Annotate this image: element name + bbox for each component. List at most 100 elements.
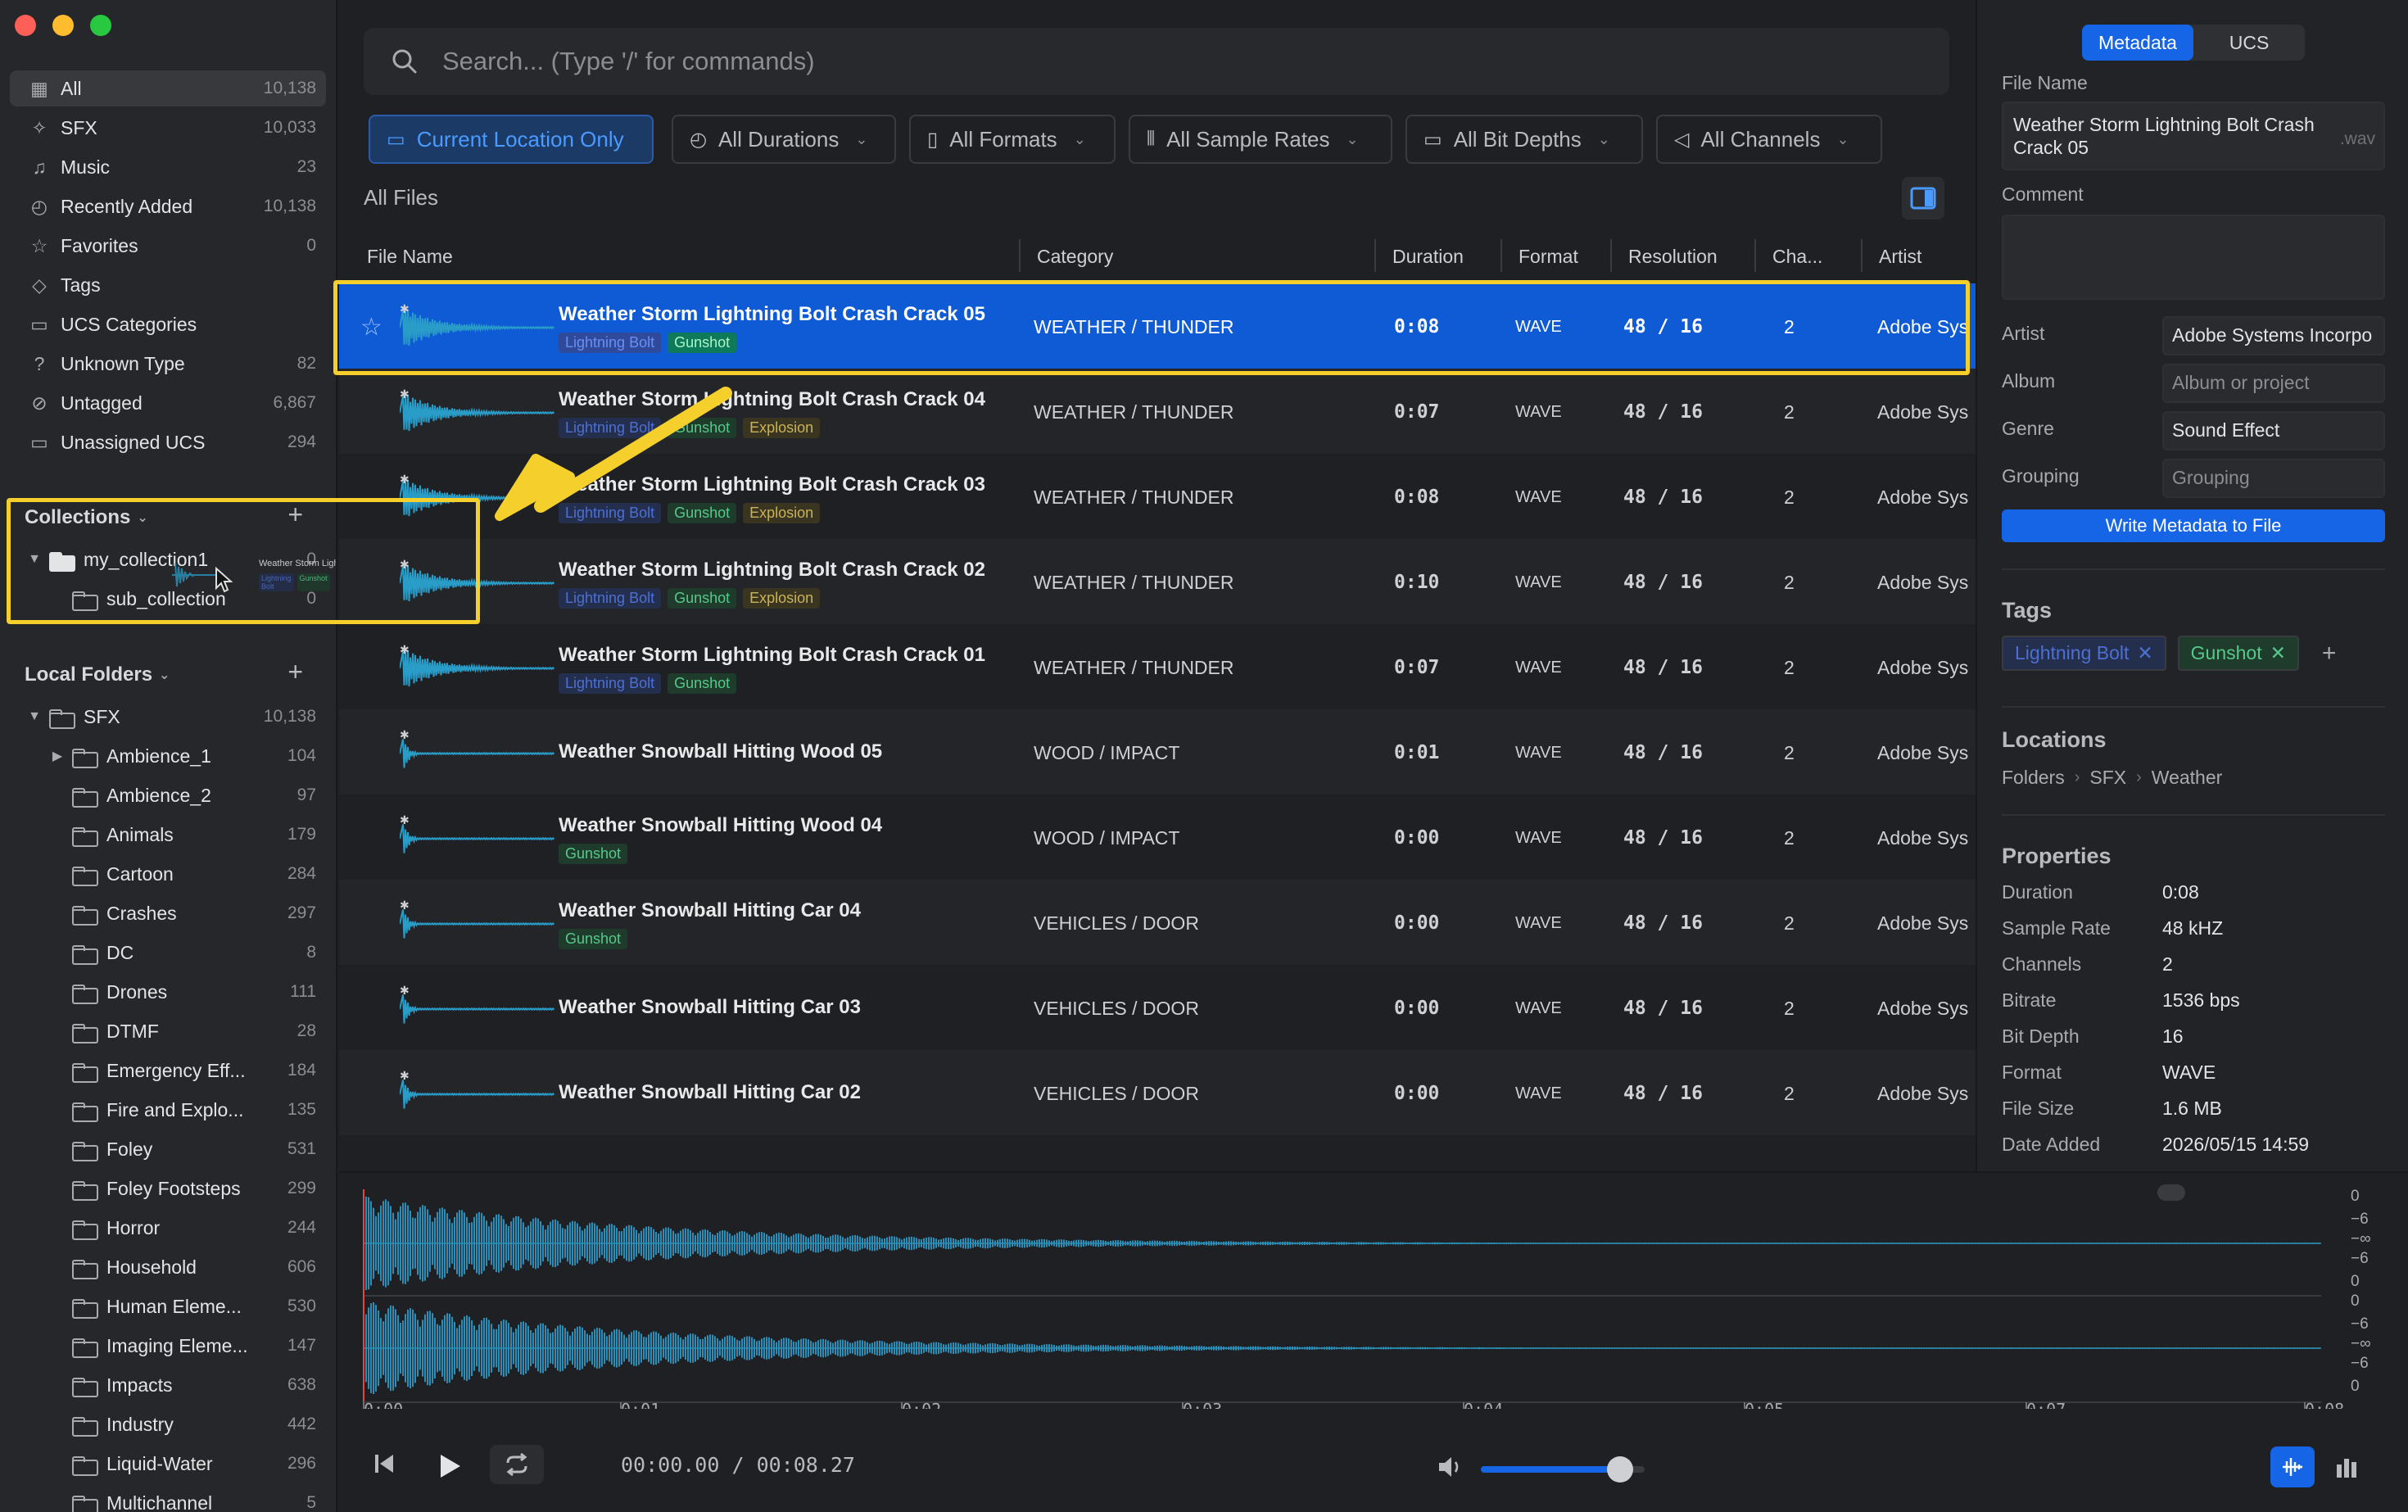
folder-item[interactable]: Drones 111 — [10, 973, 326, 1011]
comment-field[interactable] — [2002, 215, 2385, 300]
field-input[interactable]: Album or project — [2162, 364, 2385, 403]
column-divider[interactable] — [1374, 239, 1376, 272]
column-header[interactable]: Category — [1037, 246, 1113, 268]
skip-back-button[interactable] — [372, 1451, 396, 1476]
table-row[interactable]: ✱ Weather Storm Lightning Bolt Crash Crac… — [339, 539, 1976, 624]
column-divider[interactable] — [1754, 239, 1756, 272]
folder-item[interactable]: Fire and Explo... 135 — [10, 1091, 326, 1129]
play-button[interactable] — [431, 1448, 467, 1484]
folder-item[interactable]: Ambience_2 97 — [10, 776, 326, 814]
add-folder-button[interactable]: + — [287, 657, 303, 687]
sidebar-item[interactable]: ✧ SFX 10,033 — [10, 110, 326, 146]
tab-ucs[interactable]: UCS — [2193, 25, 2305, 61]
zoom-window-button[interactable] — [90, 15, 111, 36]
folder-item[interactable]: Emergency Eff... 184 — [10, 1052, 326, 1089]
folder-item[interactable]: Foley Footsteps 299 — [10, 1170, 326, 1207]
caret-down-icon[interactable]: ▼ — [26, 552, 43, 567]
sidebar-item[interactable]: ♫ Music 23 — [10, 149, 326, 185]
filter-dropdown[interactable]: ▭ All Bit Depths ⌄ — [1405, 115, 1643, 164]
folder-item[interactable]: Industry 442 — [10, 1406, 326, 1443]
table-row[interactable]: ✱ Weather Snowball Hitting Wood 04 Gunshot… — [339, 794, 1976, 880]
folder-item[interactable]: Foley 531 — [10, 1130, 326, 1168]
tab-metadata[interactable]: Metadata — [2082, 25, 2193, 61]
search-input[interactable] — [442, 47, 1835, 76]
filter-dropdown[interactable]: ◴ All Durations ⌄ — [672, 115, 896, 164]
field-input[interactable]: Grouping — [2162, 459, 2385, 498]
local-folders-header[interactable]: Local Folders ⌄ — [25, 663, 170, 686]
sidebar-item[interactable]: ⊘ Untagged 6,867 — [10, 385, 326, 421]
waveform-editor[interactable]: 0:00 0:01 0:02 0:03 0:04 0:05 0:07 0:08 0 0 −6 −6 −∞… — [339, 1171, 2408, 1419]
folder-item[interactable]: Household 606 — [10, 1248, 326, 1286]
playback-time: 00:00.00 / 00:08.27 — [621, 1453, 855, 1477]
location-crumb[interactable]: Weather — [2152, 767, 2223, 789]
write-metadata-button[interactable]: Write Metadata to File — [2002, 509, 2385, 542]
folder-item[interactable]: Impacts 638 — [10, 1366, 326, 1404]
column-header[interactable]: Artist — [1879, 246, 1921, 268]
location-crumb[interactable]: Folders — [2002, 767, 2065, 789]
folder-count: 147 — [287, 1336, 316, 1355]
column-divider[interactable] — [1861, 239, 1863, 272]
toggle-inspector-button[interactable] — [1902, 177, 1944, 220]
close-icon[interactable]: ✕ — [2137, 642, 2152, 664]
sidebar-item[interactable]: ☆ Favorites 0 — [10, 228, 326, 264]
table-row[interactable]: ✱ Weather Storm Lightning Bolt Crash Crac… — [339, 624, 1976, 709]
filter-dropdown[interactable]: ⫴ All Sample Rates ⌄ — [1129, 115, 1392, 164]
column-header[interactable]: Duration — [1392, 246, 1464, 268]
caret-icon[interactable]: ▶ — [49, 748, 66, 764]
add-collection-button[interactable]: + — [287, 500, 303, 530]
folder-item[interactable]: ▶ Ambience_1 104 — [10, 737, 326, 775]
sidebar-item[interactable]: ▭ Unassigned UCS 294 — [10, 424, 326, 460]
filter-dropdown[interactable]: ◁ All Channels ⌄ — [1656, 115, 1882, 164]
folder-item[interactable]: Imaging Eleme... 147 — [10, 1327, 326, 1365]
table-row[interactable]: ☆ ✱ Weather Storm Lightning Bolt Crash Cra… — [339, 283, 1976, 369]
sidebar-item[interactable]: ? Unknown Type 82 — [10, 346, 326, 382]
folder-item[interactable]: Animals 179 — [10, 816, 326, 853]
location-crumb[interactable]: SFX — [2089, 767, 2126, 789]
tag-chip[interactable]: Gunshot ✕ — [2177, 636, 2299, 671]
caret-icon[interactable]: ▼ — [26, 709, 43, 724]
minimize-window-button[interactable] — [52, 15, 74, 36]
favorite-star-icon[interactable]: ☆ — [360, 313, 382, 342]
table-row[interactable]: ✱ Weather Snowball Hitting Car 04 Gunshot V… — [339, 880, 1976, 965]
folder-item[interactable]: Multichannel 5 — [10, 1484, 326, 1512]
volume-thumb[interactable] — [1607, 1456, 1633, 1483]
column-header[interactable]: Format — [1519, 246, 1578, 268]
close-window-button[interactable] — [15, 15, 36, 36]
column-header[interactable]: Cha... — [1772, 246, 1822, 268]
filter-dropdown[interactable]: ▭ Current Location Only — [369, 115, 654, 164]
table-row[interactable]: ✱ Weather Snowball Hitting Wood 05 WOOD / … — [339, 709, 1976, 794]
column-header[interactable]: File Name — [367, 246, 453, 268]
tag-chip[interactable]: Lightning Bolt ✕ — [2002, 636, 2166, 671]
column-divider[interactable] — [1019, 239, 1021, 272]
sidebar-item[interactable]: ▦ All 10,138 — [10, 70, 326, 106]
file-name-field[interactable]: Weather Storm Lightning Bolt Crash Crack… — [2002, 102, 2385, 170]
collections-header[interactable]: Collections ⌄ — [25, 506, 148, 529]
folder-item[interactable]: DTMF 28 — [10, 1012, 326, 1050]
column-divider[interactable] — [1610, 239, 1612, 272]
close-icon[interactable]: ✕ — [2270, 642, 2286, 664]
waveform-view-button[interactable] — [2270, 1446, 2315, 1487]
table-row[interactable]: ✱ Weather Snowball Hitting Car 03 VEHICLES… — [339, 965, 1976, 1050]
spectrum-view-button[interactable] — [2324, 1446, 2369, 1487]
column-divider[interactable] — [1500, 239, 1502, 272]
zoom-handle[interactable] — [2157, 1184, 2185, 1201]
loop-button[interactable] — [490, 1445, 544, 1484]
add-tag-button[interactable]: + — [2322, 640, 2337, 668]
filter-dropdown[interactable]: ▯ All Formats ⌄ — [909, 115, 1116, 164]
folder-item[interactable]: Cartoon 284 — [10, 855, 326, 893]
sidebar-item[interactable]: ◇ Tags — [10, 267, 326, 303]
folder-item[interactable]: Horror 244 — [10, 1209, 326, 1247]
field-input[interactable]: Adobe Systems Incorpo — [2162, 316, 2385, 355]
folder-item[interactable]: ▼ SFX 10,138 — [10, 698, 326, 736]
waveform-display[interactable]: 0:00 0:01 0:02 0:03 0:04 0:05 0:07 0:0800−6−6−∞… — [339, 1173, 2408, 1419]
volume-slider[interactable] — [1481, 1456, 1645, 1483]
folder-item[interactable]: DC 8 — [10, 934, 326, 971]
folder-item[interactable]: Human Eleme... 530 — [10, 1288, 326, 1325]
field-input[interactable]: Sound Effect — [2162, 411, 2385, 450]
table-row[interactable]: ✱ Weather Snowball Hitting Car 02 VEHICLES… — [339, 1050, 1976, 1135]
column-header[interactable]: Resolution — [1628, 246, 1718, 268]
folder-item[interactable]: Crashes 297 — [10, 894, 326, 932]
sidebar-item[interactable]: ◴ Recently Added 10,138 — [10, 188, 326, 224]
folder-item[interactable]: Liquid-Water 296 — [10, 1445, 326, 1483]
sidebar-item[interactable]: ▭ UCS Categories — [10, 306, 326, 342]
